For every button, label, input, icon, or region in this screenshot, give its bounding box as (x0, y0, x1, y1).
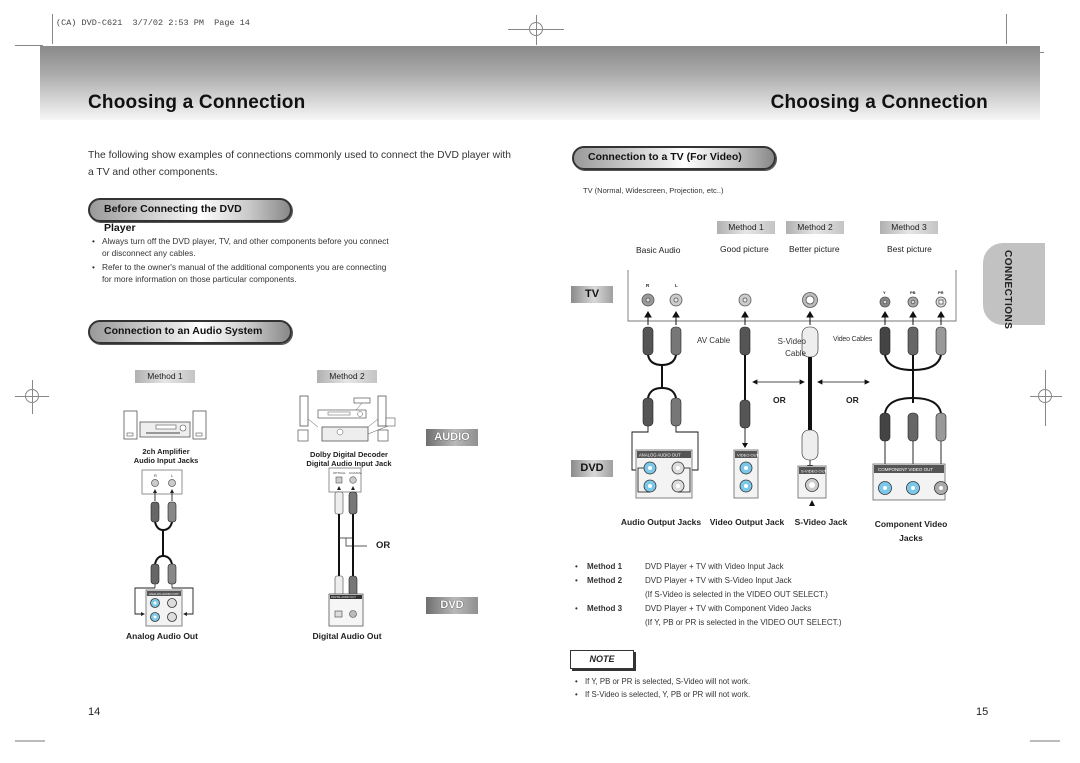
note-item: If Y, PB or PR is selected, S-Video will… (575, 677, 875, 687)
method1-input-label: Audio Input Jacks (133, 456, 199, 465)
dvd-svideo-out-panel: S-VIDEO OUT (797, 465, 828, 506)
method-note-text: DVD Player + TV with Video Input Jack (645, 562, 784, 571)
crop-mark (1006, 14, 1007, 44)
crop-mark (1030, 740, 1060, 742)
crop-mark (52, 14, 53, 44)
method-note-subtext: (If S-Video is selected in the VIDEO OUT… (645, 590, 828, 599)
left-page-number: 14 (88, 706, 101, 718)
left-page-title: Choosing a Connection (88, 92, 306, 113)
dvd-audio-out-panel: ANALOG AUDIO OUT (635, 449, 693, 499)
before-connecting-heading: Before Connecting the DVD Player (88, 198, 292, 234)
tv-jack-label-r: R (646, 283, 650, 288)
note-list: If Y, PB or PR is selected, S-Video will… (575, 677, 875, 703)
registration-mark-icon (25, 389, 39, 403)
dolby-decoder-illustration (297, 395, 396, 442)
print-slug: (CA) DVD-C621 3/7/02 2:53 PM Page 14 (56, 18, 250, 28)
video-method-2-label: Method 2 (786, 221, 844, 234)
video-output-jack-caption: Video Output Jack (709, 517, 785, 527)
svg-text:ANALOG AUDIO OUT: ANALOG AUDIO OUT (639, 453, 681, 458)
tv-jack-label-y: Y (883, 290, 886, 295)
or-label-2: OR (846, 395, 859, 405)
amplifier-illustration (123, 410, 207, 440)
method-note-sub: (If Y, PB or PR is selected in the VIDEO… (575, 616, 842, 630)
tv-jacks (641, 292, 947, 308)
list-item: Refer to the owner's manual of the addit… (92, 262, 392, 285)
tv-types-text: TV (Normal, Widescreen, Projection, etc.… (583, 186, 724, 195)
component-video-jacks-caption: Component Video Jacks (874, 519, 948, 543)
av-cable-label: AV Cable (697, 336, 731, 345)
registration-mark-icon (1038, 389, 1052, 403)
tv-tag: TV (571, 286, 613, 303)
tv-jack-label-pb: PB (910, 290, 916, 295)
registration-mark-icon (529, 22, 543, 36)
better-picture-label: Better picture (789, 244, 840, 254)
method-notes: • Method 1 DVD Player + TV with Video Inpu… (575, 560, 842, 630)
tv-jack-label-pr: PR (938, 290, 944, 295)
audio-tag: AUDIO (426, 429, 478, 446)
tv-jack-label-l: L (675, 283, 678, 288)
method-note-text: DVD Player + TV with S-Video Input Jack (645, 576, 792, 585)
method-note-subtext: (If Y, PB or PR is selected in the VIDEO… (645, 618, 842, 627)
dvd-video-out-panel: VIDEO OUT (733, 449, 760, 499)
dvd-tag-right: DVD (571, 460, 613, 477)
method-note-row: • Method 1 DVD Player + TV with Video Inpu… (575, 560, 842, 574)
right-page-title: Choosing a Connection (770, 92, 988, 113)
dvd-tag-left: DVD (426, 597, 478, 614)
tv-video-heading: Connection to a TV (For Video) (572, 146, 776, 170)
svg-text:S-VIDEO OUT: S-VIDEO OUT (801, 469, 828, 474)
basic-audio-label: Basic Audio (636, 245, 681, 255)
dvd-component-out-panel: COMPONENT VIDEO OUT (872, 463, 948, 501)
analog-audio-cable-diagram: R L ANALOG AUDIO OUT (134, 469, 194, 627)
or-label-1: OR (773, 395, 786, 405)
panel-label: ANALOG AUDIO OUT (149, 592, 179, 596)
method-note-row: • Method 2 DVD Player + TV with S-Video In… (575, 574, 842, 588)
note-label: NOTE (570, 650, 634, 669)
note-item: If S-Video is selected, Y, PB or PR will… (575, 690, 875, 700)
before-connecting-list: Always turn off the DVD player, TV, and … (92, 236, 392, 288)
svg-text:VIDEO OUT: VIDEO OUT (737, 453, 760, 458)
jack-label-r: R (154, 473, 157, 478)
method-note-sub: (If S-Video is selected in the VIDEO OUT… (575, 588, 842, 602)
connections-side-tab-label: CONNECTIONS (1002, 250, 1013, 330)
crop-mark (15, 45, 43, 46)
panel-label: DIGITAL AUDIO OUT (331, 595, 356, 599)
crop-mark (15, 740, 45, 742)
best-picture-label: Best picture (887, 244, 932, 254)
method-note-key: Method 2 (587, 576, 623, 585)
audio-method-2-label: Method 2 (317, 370, 377, 383)
svideo-cable-label: S-Video Cable (777, 337, 806, 358)
video-method-3-label: Method 3 (880, 221, 938, 234)
audio-output-jacks-caption: Audio Output Jacks (620, 517, 702, 527)
digital-audio-out-label: Digital Audio Out (312, 631, 382, 641)
connections-side-tab (983, 243, 1045, 325)
video-cables-label: Video Cables (833, 336, 873, 343)
method-note-key: Method 1 (587, 562, 623, 571)
audio-method-1-label: Method 1 (135, 370, 195, 383)
analog-audio-out-label: Analog Audio Out (126, 631, 198, 641)
audio-system-heading: Connection to an Audio System (88, 320, 292, 344)
svg-text:COMPONENT VIDEO OUT: COMPONENT VIDEO OUT (878, 467, 933, 472)
method-note-row: • Method 3 DVD Player + TV with Component … (575, 602, 842, 616)
right-page-number: 15 (976, 706, 989, 718)
digital-audio-cable-diagram: OPTICAL COAXIAL DIGITAL AUDIO OUT (328, 467, 367, 627)
method-note-text: DVD Player + TV with Component Video Jac… (645, 604, 812, 613)
list-item: Always turn off the DVD player, TV, and … (92, 236, 392, 259)
or-label: OR (376, 540, 391, 551)
intro-text: The following show examples of connectio… (88, 150, 511, 178)
tv-connection-diagram: R L Y PB PR ANALOG AUDIO OUT VIDEO OUT S… (627, 270, 957, 506)
good-picture-label: Good picture (720, 244, 769, 254)
video-method-1-label: Method 1 (717, 221, 775, 234)
jack-label-optical: OPTICAL (333, 471, 346, 475)
jack-label-coaxial: COAXIAL (349, 471, 362, 475)
svideo-jack-caption: S-Video Jack (794, 517, 848, 527)
method-note-key: Method 3 (587, 604, 623, 613)
